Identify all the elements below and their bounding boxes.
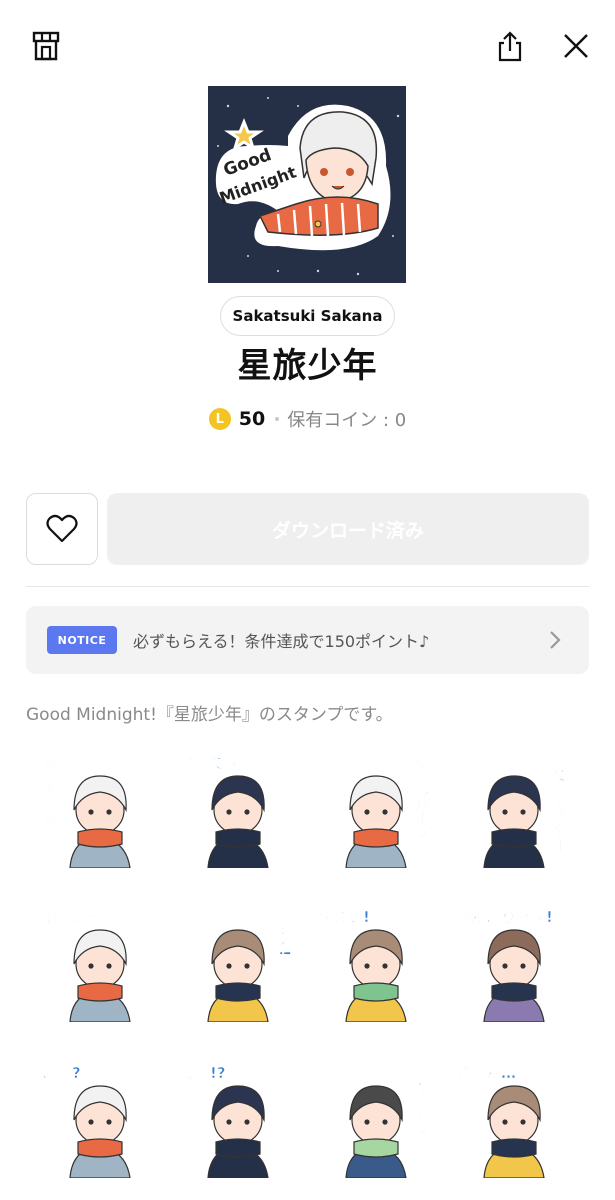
sticker-item[interactable]: ふっふっふ	[36, 748, 160, 868]
sticker-caption: あ゛!?	[180, 1064, 226, 1082]
owned-coins: 保有コイン : 0	[287, 410, 407, 431]
notice-badge: NOTICE	[47, 626, 117, 654]
share-button[interactable]	[490, 26, 530, 66]
sticker-caption: 任せろ!	[276, 907, 293, 956]
top-bar	[0, 0, 615, 96]
sticker-caption: ふっふっふ	[40, 754, 56, 824]
share-icon	[498, 31, 522, 62]
sticker-item[interactable]: ごめん…	[450, 1058, 574, 1178]
shop-button[interactable]	[26, 26, 66, 66]
chevron-right-icon	[550, 631, 561, 649]
price-value: 50	[238, 408, 266, 430]
download-button-label: ダウンロード済み	[271, 519, 424, 542]
sticker-item[interactable]: 了解です	[174, 748, 298, 868]
sticker-illustration: 善処しまーす	[345, 753, 431, 868]
sticker-illustration: ふっふっふ	[40, 754, 131, 868]
sticker-caption: すごい!	[318, 908, 370, 926]
sticker-caption: やった〜	[42, 908, 102, 926]
sticker-illustration: 了解です	[180, 754, 269, 868]
sticker-illustration: はぁ?	[42, 1064, 131, 1178]
close-button[interactable]	[556, 26, 596, 66]
sticker-illustration: 任せろ!	[207, 907, 293, 1022]
notice-text: 必ずもらえる！条件達成で150ポイント♪	[133, 632, 430, 651]
sticker-item[interactable]: ありがとう	[312, 1058, 436, 1178]
sticker-illustration: ごめん…	[456, 1064, 545, 1178]
separator-dot	[275, 417, 280, 421]
sticker-caption: がんばります!	[456, 908, 553, 926]
sticker-item[interactable]: 善処しまーす	[312, 748, 436, 868]
sticker-item[interactable]: あ゛!?	[174, 1058, 298, 1178]
sticker-item[interactable]: がんばります!	[450, 902, 574, 1022]
price-row: L 50 保有コイン : 0	[0, 404, 615, 434]
sticker-illustration: やった〜	[42, 908, 131, 1022]
sticker-caption: あてにならねー	[552, 754, 568, 852]
sticker-illustration: すごい!	[318, 908, 407, 1022]
page-title: 星旅少年	[237, 346, 378, 386]
pack-description: Good Midnight!『星旅少年』のスタンプです。	[26, 705, 393, 725]
heart-icon	[46, 514, 78, 543]
sticker-caption: 善処しまーす	[414, 753, 431, 838]
sticker-grid: ふっふっふ 了解です 善処しまーす あてにならねーやった〜 任せろ! すごい! がんばります…	[36, 748, 581, 1200]
sticker-item[interactable]: あてにならねー	[450, 748, 574, 868]
sticker-item[interactable]: はぁ?	[36, 1058, 160, 1178]
sticker-illustration: ありがとう	[345, 1064, 430, 1178]
sticker-illustration: あてにならねー	[483, 754, 568, 868]
sticker-item[interactable]: 任せろ!	[174, 902, 298, 1022]
author-link[interactable]: Sakatsuki Sakana	[220, 296, 395, 336]
shop-icon	[32, 31, 60, 61]
notice-banner[interactable]: NOTICE 必ずもらえる！条件達成で150ポイント♪	[26, 606, 589, 674]
favorite-button[interactable]	[26, 493, 98, 565]
close-icon	[564, 34, 588, 58]
divider	[26, 586, 589, 587]
sticker-caption: 了解です	[180, 754, 240, 772]
sticker-caption: ごめん…	[456, 1064, 516, 1082]
sticker-caption: はぁ?	[42, 1064, 81, 1082]
sticker-illustration: あ゛!?	[180, 1064, 269, 1178]
line-coin-icon: L	[208, 408, 231, 430]
sticker-caption: ありがとう	[414, 1064, 430, 1134]
sticker-illustration: がんばります!	[456, 908, 553, 1022]
download-button[interactable]: ダウンロード済み	[107, 493, 589, 565]
author-name: Sakatsuki Sakana	[232, 307, 383, 325]
sticker-pack-thumbnail: Good Midnight	[208, 86, 406, 283]
sticker-item[interactable]: やった〜	[36, 902, 160, 1022]
sticker-item[interactable]: すごい!	[312, 902, 436, 1022]
